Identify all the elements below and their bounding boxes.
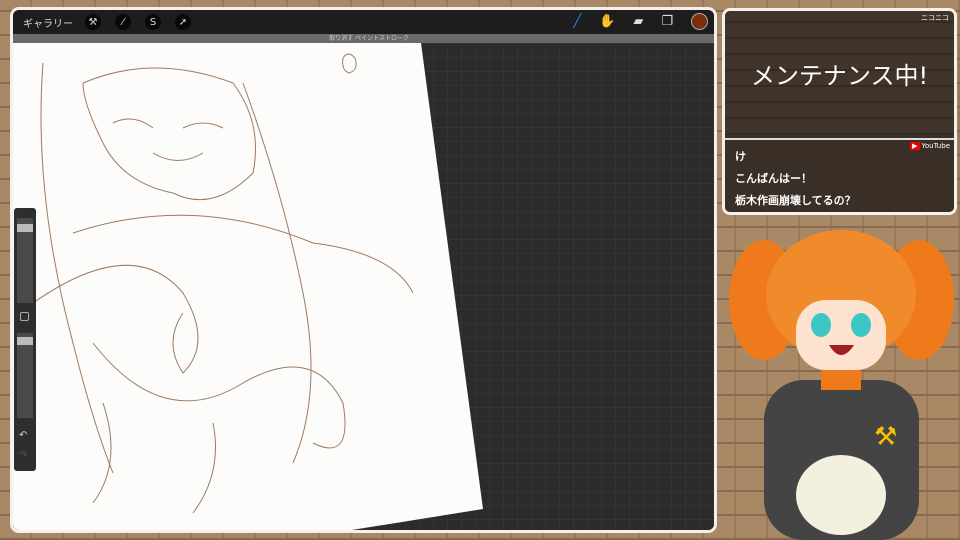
- youtube-label: ▶ YouTube: [910, 141, 950, 151]
- sketch-paper: [13, 43, 483, 530]
- chat-message: こんばんはー！: [735, 172, 812, 185]
- brush-sidebar: ↶ ↷: [14, 208, 36, 471]
- youtube-icon: ▶: [910, 142, 920, 150]
- magic-wand-icon[interactable]: ⁄: [115, 14, 131, 30]
- top-toolbar: ギャラリー ⚒ ⁄ S ➚ ╱ ✋ ▰ ❐: [13, 10, 714, 34]
- brush-icon[interactable]: ╱: [573, 14, 581, 29]
- smudge-icon[interactable]: ✋: [599, 14, 615, 29]
- brush-size-slider[interactable]: [17, 218, 33, 303]
- niconico-label: ニコニコ: [921, 14, 949, 22]
- maintenance-text: メンテナンス中!: [750, 61, 929, 90]
- wrench-icon[interactable]: ⚒: [85, 14, 101, 30]
- vtuber-avatar: ⚒: [729, 230, 954, 540]
- eraser-icon[interactable]: ▰: [633, 14, 643, 29]
- color-picker-button[interactable]: [691, 13, 708, 30]
- svg-text:⚒: ⚒: [874, 422, 897, 452]
- layers-icon[interactable]: ❐: [661, 14, 673, 29]
- chat-box: ▶ YouTube け こんばんはー！ 栃木作画崩壊してるの？: [725, 138, 954, 212]
- procreate-app: ギャラリー ⚒ ⁄ S ➚ ╱ ✋ ▰ ❐ 取り消す ペイントストローク ↶ ↷: [10, 7, 717, 533]
- transform-arrow-icon[interactable]: ➚: [175, 14, 191, 30]
- drawing-canvas[interactable]: ↶ ↷: [13, 43, 714, 530]
- maintenance-banner: メンテナンス中! ニコニコ: [725, 11, 954, 135]
- youtube-text: YouTube: [921, 142, 950, 150]
- gallery-button[interactable]: ギャラリー: [23, 15, 73, 30]
- chat-message: 栃木作画崩壊してるの？: [735, 194, 856, 207]
- undo-hint: 取り消す ペイントストローク: [13, 34, 714, 43]
- undo-icon[interactable]: ↶: [19, 430, 27, 441]
- opacity-slider[interactable]: [17, 333, 33, 418]
- redo-icon[interactable]: ↷: [19, 450, 27, 461]
- selection-icon[interactable]: S: [145, 14, 161, 30]
- stream-overlay: メンテナンス中! ニコニコ ▶ YouTube け こんばんはー！ 栃木作画崩壊し…: [722, 8, 957, 215]
- eyedropper-button[interactable]: [20, 312, 29, 321]
